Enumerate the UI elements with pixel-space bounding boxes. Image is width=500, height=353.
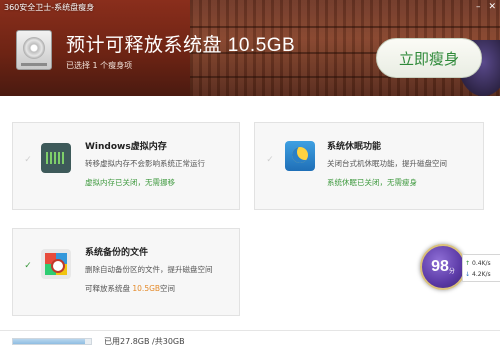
card-system-backup[interactable]: ✓ 系统备份的文件 删除自动备份区的文件，提升磁盘空间 可释放系统盘 10.5G… (12, 228, 240, 316)
checkbox-hibernation[interactable]: ✓ (265, 155, 275, 165)
hard-disk-icon (16, 30, 52, 70)
sleep-icon (285, 141, 315, 171)
status-prefix: 可释放系统盘 (85, 284, 133, 293)
card-title: 系统休眠功能 (327, 142, 382, 152)
disk-usage-bar (12, 338, 92, 345)
card-description: 关闭台式机休眠功能，提升磁盘空间 (327, 159, 447, 168)
window-controls: – ✕ (476, 2, 496, 12)
card-status: 系统休眠已关闭，无需瘦身 (327, 178, 417, 187)
card-description: 转移虚拟内存不会影响系统正常运行 (85, 159, 205, 168)
checkbox-system-backup[interactable]: ✓ (23, 261, 33, 271)
card-hibernation[interactable]: ✓ 系统休眠功能 关闭台式机休眠功能，提升磁盘空间 系统休眠已关闭，无需瘦身 (254, 122, 484, 210)
backup-icon (41, 249, 71, 279)
upload-speed: 0.4K/s (472, 260, 491, 267)
score-ball[interactable]: 98 分 (420, 244, 466, 290)
network-speed-panel: ↑ 0.4K/s ↓ 4.2K/s (462, 254, 500, 282)
checkbox-virtual-memory[interactable]: ✓ (23, 155, 33, 165)
upload-arrow-icon: ↑ (465, 260, 471, 267)
card-title: 系统备份的文件 (85, 248, 149, 258)
card-title: Windows虚拟内存 (85, 142, 167, 152)
download-arrow-icon: ↓ (465, 271, 471, 278)
close-icon[interactable]: ✕ (488, 2, 496, 12)
card-status: 虚拟内存已关闭，无需挪移 (85, 178, 175, 187)
header-decoration (190, 26, 500, 28)
memory-icon (41, 143, 71, 173)
score-value: 98 (431, 258, 449, 275)
window-title: 360安全卫士-系统盘瘦身 (4, 3, 95, 12)
card-status: 可释放系统盘 10.5GB空间 (85, 283, 175, 294)
minimize-icon[interactable]: – (476, 2, 481, 12)
disk-usage-fill (13, 339, 86, 344)
download-speed: 4.2K/s (472, 271, 491, 278)
disk-usage-text: 已用27.8GB /共30GB (104, 337, 185, 346)
status-suffix: 空间 (160, 284, 176, 293)
card-virtual-memory[interactable]: ✓ Windows虚拟内存 转移虚拟内存不会影响系统正常运行 虚拟内存已关闭，无… (12, 122, 240, 210)
status-size: 10.5GB (132, 284, 161, 293)
slim-now-button[interactable]: 立即瘦身 (376, 38, 482, 78)
score-unit: 分 (448, 267, 455, 275)
card-description: 删除自动备份区的文件，提升磁盘空间 (85, 265, 213, 274)
headline: 预计可释放系统盘 10.5GB (66, 35, 296, 56)
selected-count: 已选择 1 个瘦身项 (66, 61, 133, 70)
